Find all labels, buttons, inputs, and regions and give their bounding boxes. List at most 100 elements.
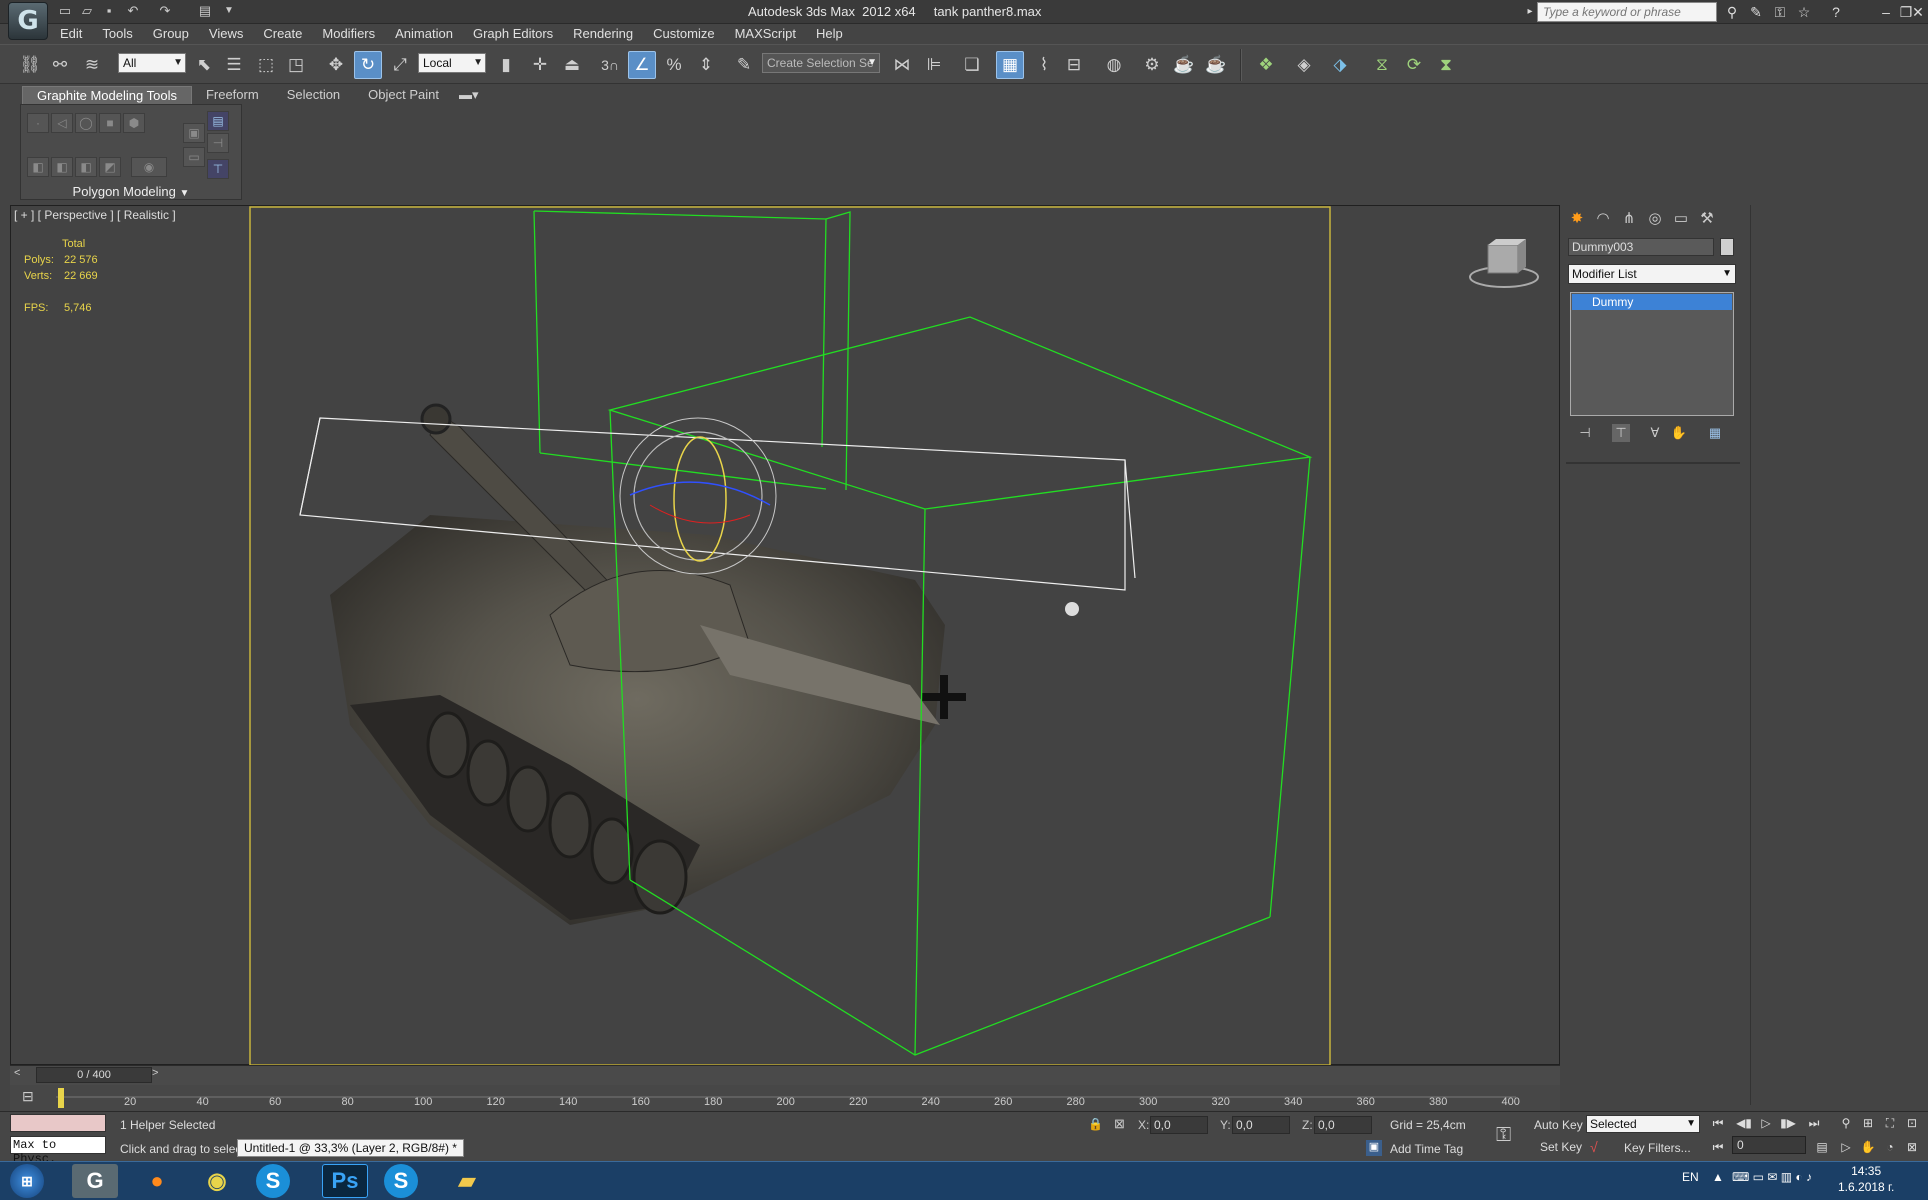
lock-selection-icon[interactable]: 🔒	[1088, 1117, 1103, 1131]
render-setup-icon[interactable]: ⚙	[1138, 51, 1166, 79]
schematic-view-icon[interactable]: ⊟	[1060, 51, 1088, 79]
auto-key-button[interactable]: Auto Key	[1534, 1118, 1583, 1132]
tab-selection[interactable]: Selection	[273, 86, 354, 104]
ribbon-tool-2-icon[interactable]: ◧	[51, 157, 73, 177]
ribbon-vertex-icon[interactable]: ·	[27, 113, 49, 133]
menu-rendering[interactable]: Rendering	[563, 24, 643, 44]
unlink-icon[interactable]: ⚯	[46, 51, 74, 79]
keyboard-shortcut-override-icon[interactable]: ⏏	[558, 51, 586, 79]
select-by-name-icon[interactable]: ☰	[220, 51, 248, 79]
ribbon-edge-icon[interactable]: ◁	[51, 113, 73, 133]
menu-edit[interactable]: Edit	[50, 24, 92, 44]
start-button-icon[interactable]: ⊞	[10, 1164, 44, 1198]
menu-maxscript[interactable]: MAXScript	[725, 24, 806, 44]
configure-modifier-sets-icon[interactable]: ▦	[1706, 424, 1724, 442]
modify-tab-icon[interactable]: ◠	[1592, 208, 1614, 230]
system-clock[interactable]: 14:35 1.6.2018 г.	[1838, 1163, 1894, 1195]
select-and-scale-icon[interactable]: ⤢	[386, 51, 414, 79]
select-and-link-icon[interactable]: ⛓	[16, 51, 44, 79]
set-keys-icon[interactable]: ⚿	[1496, 1124, 1511, 1147]
ribbon-stack-icon[interactable]: ▣	[183, 123, 205, 143]
menu-animation[interactable]: Animation	[385, 24, 463, 44]
named-selection-sets-dropdown[interactable]: Create Selection Se ▼	[762, 53, 880, 73]
key-curve-icon[interactable]: √	[1590, 1139, 1598, 1155]
undo-icon[interactable]: ↶	[124, 3, 142, 19]
application-menu-button[interactable]: G	[8, 2, 48, 40]
percent-snap-icon[interactable]: %	[660, 51, 688, 79]
quick-access-dropdown-icon[interactable]: ▼	[220, 3, 238, 19]
object-color-swatch[interactable]	[1720, 238, 1734, 256]
key-mode-dropdown[interactable]: Selected ▼	[1586, 1115, 1700, 1133]
menu-create[interactable]: Create	[253, 24, 312, 44]
zoom-extents-icon[interactable]: ⛶	[1880, 1114, 1900, 1132]
modifier-list-dropdown[interactable]: Modifier List ▼	[1568, 264, 1736, 284]
layer-manager-icon[interactable]: ❏	[958, 51, 986, 79]
ribbon-options-icon[interactable]: ▬▾	[453, 86, 485, 104]
favorites-star-icon[interactable]: ☆	[1794, 3, 1814, 21]
rectangular-selection-icon[interactable]: ⬚	[252, 51, 280, 79]
reactor-icon[interactable]: ⬗	[1326, 51, 1354, 79]
ribbon-polygon-icon[interactable]: ■	[99, 113, 121, 133]
taskbar-3dsmax-icon[interactable]: G	[72, 1164, 118, 1198]
tray-arrow-icon[interactable]: ▲	[1712, 1170, 1724, 1184]
ribbon-modify-mode-icon[interactable]: ▤	[207, 111, 229, 131]
z-coord-field[interactable]: 0,0	[1314, 1116, 1372, 1134]
ribbon-border-icon[interactable]: ◯	[75, 113, 97, 133]
time-slider-right-icon[interactable]: >	[152, 1067, 158, 1079]
ribbon-panel-label[interactable]: Polygon Modeling ▼	[20, 184, 242, 202]
absolute-mode-icon[interactable]: ⊠	[1114, 1116, 1125, 1132]
zoom-all-icon[interactable]: ⊞	[1858, 1114, 1878, 1132]
ribbon-collapse-icon[interactable]: ▭	[183, 147, 205, 167]
render-production-icon[interactable]: ☕	[1202, 51, 1230, 79]
maxscript-listener-output[interactable]	[10, 1114, 106, 1132]
x-coord-field[interactable]: 0,0	[1150, 1116, 1208, 1134]
taskbar-explorer-icon[interactable]: ▰	[444, 1164, 490, 1198]
time-slider[interactable]	[10, 1065, 1560, 1085]
taskbar-chrome-icon[interactable]: ◉	[194, 1164, 240, 1198]
pf-track-icon[interactable]: ❖	[1252, 51, 1280, 79]
pan-view-icon[interactable]: ✋	[1858, 1138, 1878, 1156]
menu-graph-editors[interactable]: Graph Editors	[463, 24, 563, 44]
manipulate-icon[interactable]: ✛	[526, 51, 554, 79]
taskbar-skype-2-icon[interactable]: S	[384, 1164, 418, 1198]
ribbon-element-icon[interactable]: ⬢	[123, 113, 145, 133]
curve-editor-icon[interactable]: ⌇	[1030, 51, 1058, 79]
zoom-extents-all-icon[interactable]: ⊡	[1902, 1114, 1922, 1132]
ribbon-show-end-result-icon[interactable]: ⊤	[207, 159, 229, 179]
menu-help[interactable]: Help	[806, 24, 853, 44]
utilities-tab-icon[interactable]: ⚒	[1696, 208, 1718, 230]
menu-customize[interactable]: Customize	[643, 24, 724, 44]
language-indicator[interactable]: EN	[1682, 1170, 1699, 1184]
maximize-viewport-icon[interactable]: ⊠	[1902, 1138, 1922, 1156]
mirror-icon[interactable]: ⋈	[888, 51, 916, 79]
viewcube[interactable]	[1469, 239, 1539, 288]
y-coord-field[interactable]: 0,0	[1232, 1116, 1290, 1134]
selection-filter-dropdown[interactable]: All ▼	[118, 53, 186, 73]
ribbon-tool-3-icon[interactable]: ◧	[75, 157, 97, 177]
redo-icon[interactable]: ↷	[156, 3, 174, 19]
reference-coordinate-dropdown[interactable]: Local ▼	[418, 53, 486, 73]
menu-views[interactable]: Views	[199, 24, 253, 44]
key-filters-button[interactable]: Key Filters...	[1624, 1141, 1691, 1155]
go-to-end-icon[interactable]: ⏭	[1804, 1114, 1824, 1132]
cloth-icon[interactable]: ◈	[1290, 51, 1318, 79]
sequence-start-icon[interactable]: ⧖	[1368, 51, 1396, 79]
taskbar-photoshop-icon[interactable]: Ps	[322, 1164, 368, 1198]
window-crossing-icon[interactable]: ◳	[282, 51, 310, 79]
bind-space-warp-icon[interactable]: ≋	[78, 51, 106, 79]
next-frame-icon[interactable]: ▮▶	[1778, 1114, 1798, 1132]
subscription-icon[interactable]: ⚿	[1770, 3, 1790, 21]
time-slider-left-icon[interactable]: <	[14, 1067, 20, 1079]
time-configuration-icon[interactable]: ▤	[1812, 1138, 1832, 1156]
binoculars-icon[interactable]: ⚲	[1722, 3, 1742, 21]
go-to-start-icon[interactable]: ⏮	[1708, 1114, 1728, 1132]
play-icon[interactable]: ▷	[1756, 1114, 1776, 1132]
taskbar-firefox-icon[interactable]: ●	[134, 1164, 180, 1198]
viewport-label[interactable]: [ + ] [ Perspective ] [ Realistic ]	[14, 208, 176, 222]
spinner-snap-icon[interactable]: ⇕	[692, 51, 720, 79]
new-file-icon[interactable]: ▭	[56, 3, 74, 19]
close-icon[interactable]: ✕	[1908, 3, 1928, 21]
help-icon[interactable]: ?	[1826, 3, 1846, 21]
sequence-loop-icon[interactable]: ⟳	[1400, 51, 1428, 79]
create-tab-icon[interactable]: ✸	[1566, 208, 1588, 230]
